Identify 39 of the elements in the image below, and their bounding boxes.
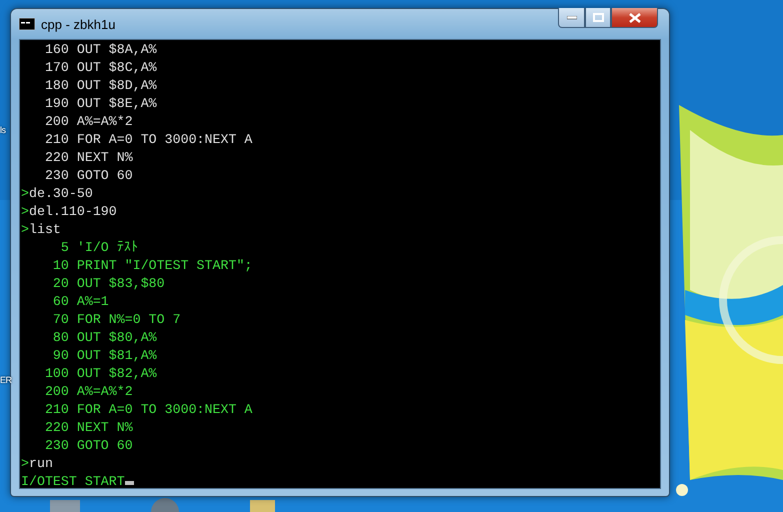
console-line: 200 A%=A%*2 [44, 384, 133, 399]
console-line: 230 GOTO 60 [44, 168, 133, 183]
console-line: 100 OUT $82,A% [44, 366, 157, 381]
console-line: 220 NEXT N% [44, 150, 133, 165]
console-line: 170 OUT $8C,A% [44, 60, 157, 75]
console-command: run [28, 456, 53, 471]
console-line: 220 NEXT N% [44, 420, 133, 435]
desktop-icon-label: ls [0, 125, 6, 135]
console-line: 90 OUT $81,A% [52, 348, 157, 363]
close-button[interactable] [611, 8, 658, 28]
prompt-sign: > [21, 456, 29, 471]
prompt-sign: > [21, 204, 29, 219]
console-line: 210 FOR A=0 TO 3000:NEXT A [44, 132, 252, 147]
prompt-sign: > [21, 222, 29, 237]
console-line: 180 OUT $8D,A% [44, 78, 157, 93]
desktop-icon-label: ER [0, 375, 12, 385]
console-line: 200 A%=A%*2 [44, 114, 133, 129]
console-line: 5 'I/O ﾃｽﾄ [60, 240, 138, 255]
window-title: cpp - zbkh1u [41, 16, 116, 32]
console-line: 10 PRINT "I/OTEST START"; [52, 258, 252, 273]
console-command: de.30-50 [28, 186, 93, 201]
console-line: 190 OUT $8E,A% [44, 96, 157, 111]
console-command: del.110-190 [28, 204, 117, 219]
maximize-button[interactable] [585, 8, 611, 28]
maximize-icon [592, 13, 604, 22]
minimize-icon [566, 16, 576, 20]
prompt-sign: > [21, 186, 29, 201]
console-command: list [28, 222, 61, 237]
minimize-button[interactable] [558, 8, 585, 28]
console-line: 70 FOR N%=0 TO 7 [52, 312, 181, 327]
console-line: 230 GOTO 60 [44, 438, 133, 453]
console-line: 80 OUT $80,A% [52, 330, 157, 345]
console-icon [19, 18, 35, 30]
console-line: 20 OUT $83,$80 [52, 276, 165, 291]
console-output-line: I/OTEST START [21, 474, 125, 488]
close-icon [628, 12, 640, 22]
console-line: 60 A%=1 [52, 294, 109, 309]
console-line: 160 OUT $8A,A% [44, 42, 157, 57]
console-line: 210 FOR A=0 TO 3000:NEXT A [44, 402, 252, 417]
